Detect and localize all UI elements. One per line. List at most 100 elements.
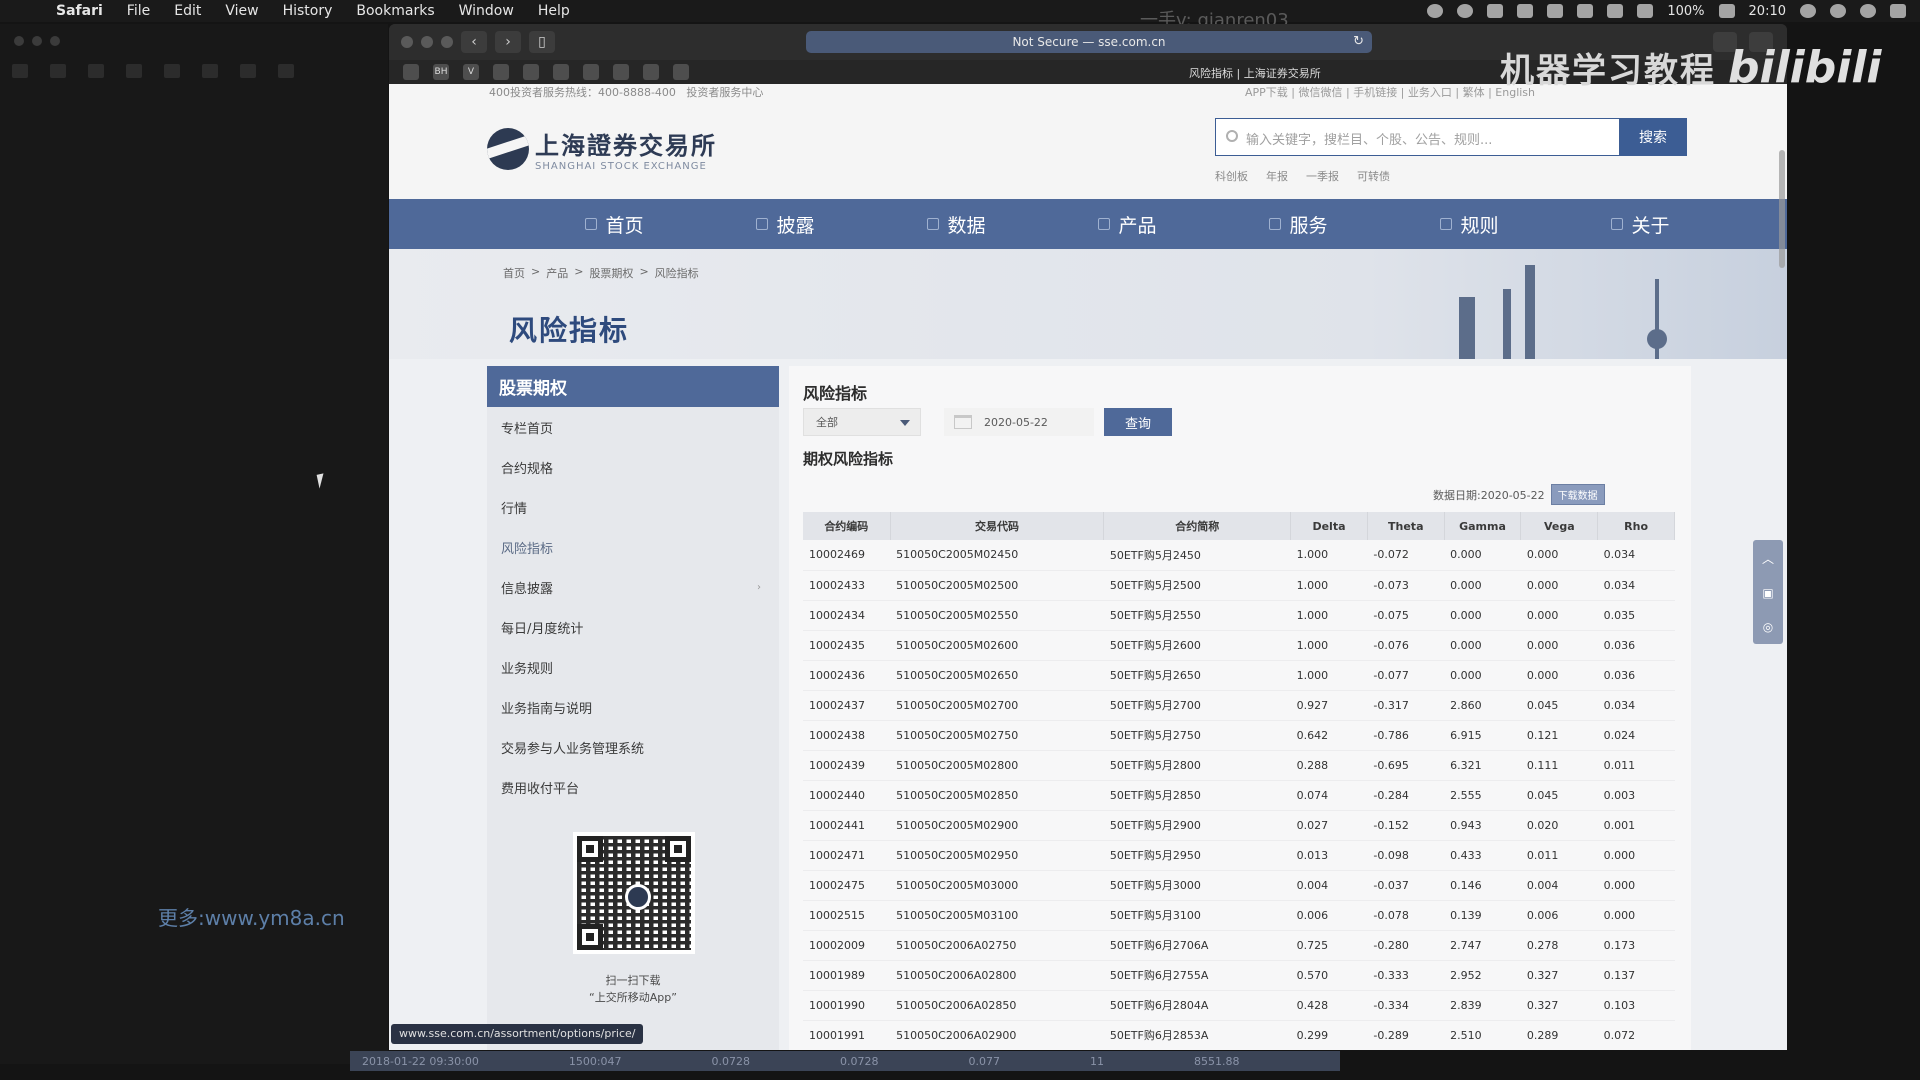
investor-center-link[interactable]: 投资者服务中心 xyxy=(686,86,763,99)
category-select[interactable]: 全部 xyxy=(803,408,921,436)
sidebar-item-statistics[interactable]: 每日/月度统计 xyxy=(487,607,779,647)
minimize-button[interactable] xyxy=(421,36,433,48)
breadcrumb-item[interactable]: 首页 xyxy=(503,265,525,281)
favorite-icon[interactable] xyxy=(553,64,569,80)
nav-services[interactable]: 服务 xyxy=(1213,199,1384,249)
notification-center-icon[interactable] xyxy=(1890,4,1906,18)
sidebar-item-business-rules[interactable]: 业务规则 xyxy=(487,647,779,687)
battery-icon[interactable] xyxy=(1718,4,1735,18)
toolbar-icon[interactable] xyxy=(202,64,218,78)
bluetooth-icon[interactable] xyxy=(1637,4,1654,18)
sidebar-item-disclosure[interactable]: 信息披露 › xyxy=(487,567,779,607)
download-data-button[interactable]: 下载数据 xyxy=(1550,484,1605,505)
toolbar-icon[interactable] xyxy=(278,64,294,78)
menu-file[interactable]: File xyxy=(127,3,150,19)
macos-menubar: Safari File Edit View History Bookmarks … xyxy=(0,0,1920,22)
sidebar-item-guides[interactable]: 业务指南与说明 xyxy=(487,687,779,727)
input-source-icon[interactable] xyxy=(1607,4,1624,18)
image-icon[interactable]: ▣ xyxy=(1762,586,1773,600)
reload-icon[interactable]: ↻ xyxy=(1353,34,1364,49)
favorite-icon[interactable] xyxy=(643,64,659,80)
date-picker[interactable]: 2020-05-22 xyxy=(944,408,1094,436)
close-button[interactable] xyxy=(401,36,413,48)
hot-term-link[interactable]: 一季报 xyxy=(1306,168,1339,184)
sidebar-item-quotes[interactable]: 行情 xyxy=(487,487,779,527)
nav-about[interactable]: 关于 xyxy=(1555,199,1726,249)
wechat-icon[interactable]: ◎ xyxy=(1763,620,1773,634)
breadcrumb-item[interactable]: 股票期权 xyxy=(589,265,633,281)
table-cell: 0.000 xyxy=(1520,540,1598,571)
sidebar-item-risk-indicators[interactable]: 风险指标 xyxy=(487,527,779,567)
sidebar-toggle-button[interactable]: ▯ xyxy=(529,31,555,53)
search-icon xyxy=(1226,130,1238,142)
favorite-icon[interactable]: V xyxy=(463,64,479,80)
table-cell: 0.034 xyxy=(1597,690,1675,721)
user-icon[interactable] xyxy=(1800,4,1816,18)
favorite-icon[interactable] xyxy=(583,64,599,80)
qr-caption-line: 扫一扫下载 xyxy=(605,974,661,987)
toolbar-icon[interactable] xyxy=(88,64,104,78)
favorite-icon[interactable] xyxy=(673,64,689,80)
forward-button[interactable]: › xyxy=(495,31,521,53)
menu-help[interactable]: Help xyxy=(538,3,570,19)
status-extension-icon[interactable] xyxy=(1457,4,1474,18)
zoom-button[interactable] xyxy=(441,36,453,48)
zoom-button[interactable] xyxy=(50,36,60,46)
favorite-icon[interactable] xyxy=(493,64,509,80)
menu-app-safari[interactable]: Safari xyxy=(56,3,103,19)
close-button[interactable] xyxy=(14,36,24,46)
search-input[interactable]: 输入关键字，搜栏目、个股、公告、规则... xyxy=(1246,129,1492,148)
nav-disclosure[interactable]: 披露 xyxy=(700,199,871,249)
wifi-icon[interactable] xyxy=(1547,4,1564,18)
back-button[interactable]: ‹ xyxy=(461,31,487,53)
minimize-button[interactable] xyxy=(32,36,42,46)
hot-term-link[interactable]: 年报 xyxy=(1266,168,1288,184)
address-bar[interactable]: Not Secure — sse.com.cn ↻ xyxy=(806,31,1372,53)
toolbar-icon[interactable] xyxy=(240,64,256,78)
search-button[interactable]: 搜索 xyxy=(1619,118,1687,156)
sse-logo[interactable]: 上海證券交易所 SHANGHAI STOCK EXCHANGE xyxy=(487,126,717,172)
table-cell: 510050C2005M02850 xyxy=(890,780,1104,811)
back-to-top-icon[interactable]: ︿ xyxy=(1762,550,1774,567)
volume-icon[interactable] xyxy=(1517,4,1534,18)
menu-edit[interactable]: Edit xyxy=(174,3,201,19)
tab-title[interactable]: 风险指标 | 上海证券交易所 xyxy=(1189,65,1321,81)
favorite-icon[interactable] xyxy=(523,64,539,80)
nav-data[interactable]: 数据 xyxy=(871,199,1042,249)
nav-products[interactable]: 产品 xyxy=(1042,199,1213,249)
sidebar-header[interactable]: 股票期权 xyxy=(487,366,779,407)
toolbar-icon[interactable] xyxy=(50,64,66,78)
sidebar-item-contract-spec[interactable]: 合约规格 xyxy=(487,447,779,487)
status-app-icon[interactable] xyxy=(1427,4,1444,18)
play-icon[interactable] xyxy=(1487,4,1504,18)
sidebar-item-column-home[interactable]: 专栏首页 xyxy=(487,407,779,447)
table-cell: -0.037 xyxy=(1367,870,1445,901)
menu-view[interactable]: View xyxy=(225,3,258,19)
toolbar-icon[interactable] xyxy=(164,64,180,78)
page-scrollbar[interactable] xyxy=(1779,150,1785,268)
menu-bookmarks[interactable]: Bookmarks xyxy=(356,3,434,19)
query-button[interactable]: 查询 xyxy=(1104,408,1172,436)
top-links[interactable]: APP下载 | 微信微信 | 手机链接 | 业务入口 | 繁体 | Englis… xyxy=(1245,84,1535,100)
favorite-icon[interactable] xyxy=(613,64,629,80)
spotlight-icon[interactable] xyxy=(1830,4,1846,18)
toolbar-icon[interactable] xyxy=(126,64,142,78)
sidebar-item-fee-platform[interactable]: 费用收付平台 xyxy=(487,767,779,807)
siri-icon[interactable] xyxy=(1860,4,1876,18)
menu-history[interactable]: History xyxy=(283,3,333,19)
menu-window[interactable]: Window xyxy=(459,3,514,19)
hot-term-link[interactable]: 可转债 xyxy=(1357,168,1390,184)
toolbar-icon[interactable] xyxy=(12,64,28,78)
nav-home[interactable]: 首页 xyxy=(529,199,700,249)
browser-window-controls xyxy=(401,36,453,48)
breadcrumb-item[interactable]: 风险指标 xyxy=(655,265,699,281)
airplay-icon[interactable] xyxy=(1577,4,1594,18)
clock[interactable]: 20:10 xyxy=(1749,4,1786,19)
nav-rules[interactable]: 规则 xyxy=(1384,199,1555,249)
favorite-icon[interactable] xyxy=(403,64,419,80)
sidebar-item-participant-system[interactable]: 交易参与人业务管理系统 xyxy=(487,727,779,767)
breadcrumb-item[interactable]: 产品 xyxy=(546,265,568,281)
table-cell: 0.006 xyxy=(1520,900,1598,931)
hot-term-link[interactable]: 科创板 xyxy=(1215,168,1248,184)
favorite-icon[interactable]: BH xyxy=(433,64,449,80)
